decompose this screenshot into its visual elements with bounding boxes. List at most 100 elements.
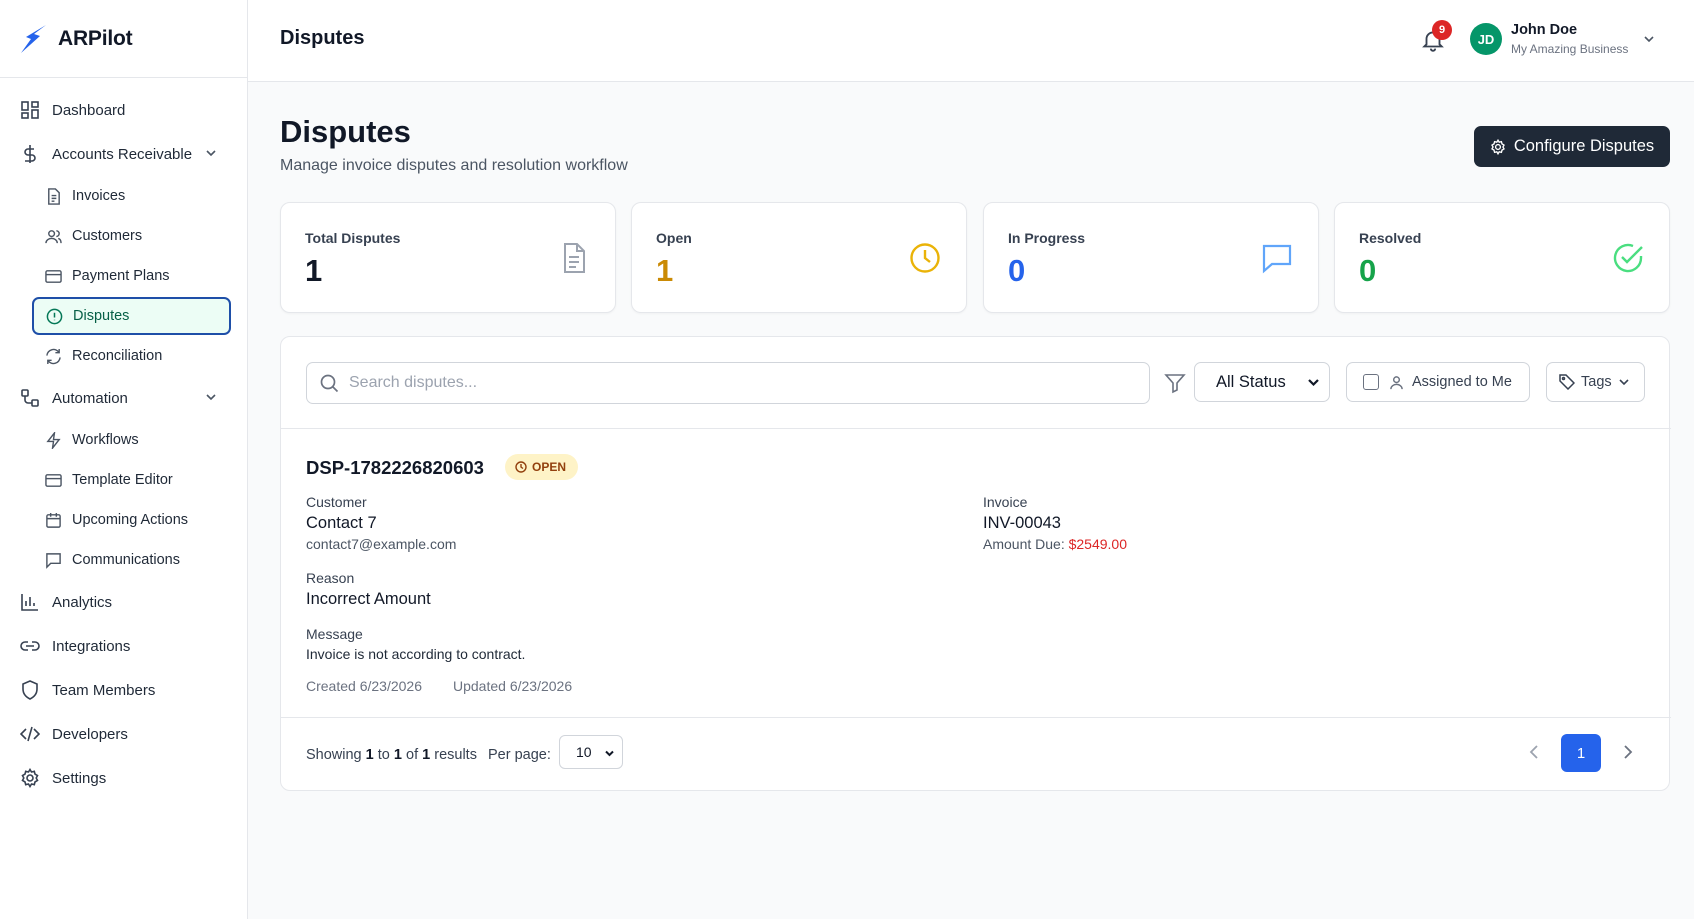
sidebar-item-automation[interactable]: Automation	[0, 376, 247, 420]
header-title: Disputes	[280, 27, 365, 49]
message-value: Invoice is not according to contract.	[306, 646, 526, 662]
customer-name: Contact 7	[306, 514, 377, 532]
amount-due-label: Amount Due:	[983, 536, 1065, 552]
configure-disputes-button[interactable]: Configure Disputes	[1474, 126, 1670, 167]
bar-chart-icon	[20, 592, 40, 612]
stat-value: 0	[1008, 253, 1026, 288]
filters-bar: All Status Assigned to Me Tags	[281, 337, 1671, 429]
dispute-id[interactable]: DSP-1782226820603	[306, 457, 484, 479]
sidebar-item-team-members[interactable]: Team Members	[0, 668, 247, 712]
page-subtitle: Manage invoice disputes and resolution w…	[280, 157, 628, 174]
sidebar-item-customers[interactable]: Customers	[0, 216, 247, 256]
chevron-down-icon[interactable]	[203, 145, 219, 161]
sidebar-item-workflows[interactable]: Workflows	[0, 420, 247, 460]
template-icon	[44, 471, 62, 489]
sidebar-item-label: Workflows	[72, 432, 139, 448]
status-badge-label: OPEN	[532, 460, 567, 474]
code-icon	[20, 724, 40, 744]
status-badge: OPEN	[505, 454, 579, 480]
results-from: 1	[365, 747, 374, 763]
gear-icon	[1490, 138, 1505, 155]
chevron-left-icon[interactable]	[1526, 743, 1544, 761]
sidebar-item-label: Template Editor	[72, 472, 173, 488]
of-word: of	[406, 747, 419, 763]
chevron-down-icon[interactable]	[1642, 32, 1656, 46]
status-select[interactable]: All Status	[1194, 362, 1330, 402]
sidebar-item-reconciliation[interactable]: Reconciliation	[0, 336, 247, 376]
stat-value: 0	[1359, 253, 1377, 288]
sidebar-item-label: Settings	[52, 769, 107, 787]
sidebar-item-label: Developers	[52, 725, 128, 743]
chat-icon	[1262, 244, 1292, 274]
credit-card-icon	[44, 267, 62, 285]
search-input[interactable]	[349, 374, 1129, 392]
stat-card-in-progress: In Progress 0	[983, 202, 1319, 313]
chevron-down-icon[interactable]	[203, 389, 219, 405]
status-select-value: All Status	[1216, 372, 1286, 391]
sidebar-item-label: Analytics	[52, 593, 113, 611]
sidebar-item-disputes[interactable]: Disputes	[32, 297, 231, 335]
avatar[interactable]: JD	[1470, 23, 1502, 55]
configure-disputes-label: Configure Disputes	[1513, 137, 1655, 155]
clock-icon	[910, 243, 940, 273]
showing-prefix: Showing	[306, 747, 362, 763]
sidebar-item-label: Customers	[72, 228, 143, 244]
tags-label: Tags	[1581, 374, 1612, 390]
lightning-icon	[44, 431, 62, 449]
sidebar-item-label: Integrations	[52, 637, 131, 655]
sidebar-item-template-editor[interactable]: Template Editor	[0, 460, 247, 500]
sidebar-item-invoices[interactable]: Invoices	[0, 176, 247, 216]
stat-card-open: Open 1	[631, 202, 967, 313]
chevron-right-icon[interactable]	[1618, 743, 1636, 761]
sidebar-item-label: Team Members	[52, 681, 156, 699]
sidebar-item-analytics[interactable]: Analytics	[0, 580, 247, 624]
alert-circle-icon	[45, 307, 63, 325]
user-name[interactable]: John Doe	[1511, 22, 1577, 38]
sidebar-item-dashboard[interactable]: Dashboard	[0, 88, 247, 132]
stat-card-total: Total Disputes 1	[280, 202, 616, 313]
sidebar-item-accounts-receivable[interactable]: Accounts Receivable	[0, 132, 247, 176]
customer-email: contact7@example.com	[306, 536, 457, 552]
assigned-checkbox[interactable]	[1363, 374, 1379, 390]
sidebar-item-payment-plans[interactable]: Payment Plans	[0, 256, 247, 296]
refresh-icon	[44, 347, 62, 365]
gear-icon	[20, 768, 40, 788]
dispute-row[interactable]: DSP-1782226820603 OPEN Customer Contact …	[281, 429, 1671, 718]
sidebar-item-label: Invoices	[72, 188, 126, 204]
results-word: results	[434, 747, 477, 763]
search-icon	[320, 374, 339, 393]
brand[interactable]: ARPilot	[0, 0, 247, 78]
sidebar-item-integrations[interactable]: Integrations	[0, 624, 247, 668]
sidebar-nav: Dashboard Accounts Receivable Invoices C…	[0, 78, 247, 800]
stat-label: Resolved	[1359, 230, 1422, 246]
stat-card-resolved: Resolved 0	[1334, 202, 1670, 313]
sidebar-item-communications[interactable]: Communications	[0, 540, 247, 580]
search-box[interactable]	[306, 362, 1150, 404]
dashboard-icon	[20, 100, 40, 120]
invoice-number: INV-00043	[983, 514, 1061, 532]
invoice-label: Invoice	[983, 494, 1028, 510]
workflow-icon	[20, 388, 40, 408]
reason-label: Reason	[306, 570, 355, 586]
stat-value: 1	[305, 253, 323, 288]
sidebar-item-developers[interactable]: Developers	[0, 712, 247, 756]
per-page-select[interactable]: 10	[559, 735, 623, 769]
page-button[interactable]: 1	[1561, 734, 1601, 772]
results-total: 1	[422, 747, 431, 763]
stat-label: In Progress	[1008, 230, 1086, 246]
document-icon	[564, 243, 585, 273]
page-title: Disputes	[280, 114, 411, 149]
reason-value: Incorrect Amount	[306, 590, 431, 608]
message-square-icon	[44, 551, 62, 569]
created-date: Created 6/23/2026	[306, 678, 422, 694]
sidebar-item-label: Reconciliation	[72, 348, 163, 364]
sidebar-item-label: Communications	[72, 552, 180, 568]
sidebar-item-settings[interactable]: Settings	[0, 756, 247, 800]
chevron-down-icon	[605, 750, 614, 757]
assigned-to-me-toggle[interactable]: Assigned to Me	[1346, 362, 1530, 402]
tags-dropdown[interactable]: Tags	[1546, 362, 1645, 402]
sidebar: ARPilot Dashboard Accounts Receivable In…	[0, 0, 248, 919]
chevron-down-icon	[1619, 379, 1629, 386]
sidebar-item-upcoming-actions[interactable]: Upcoming Actions	[0, 500, 247, 540]
amount-due-value: $2549.00	[1068, 536, 1128, 552]
